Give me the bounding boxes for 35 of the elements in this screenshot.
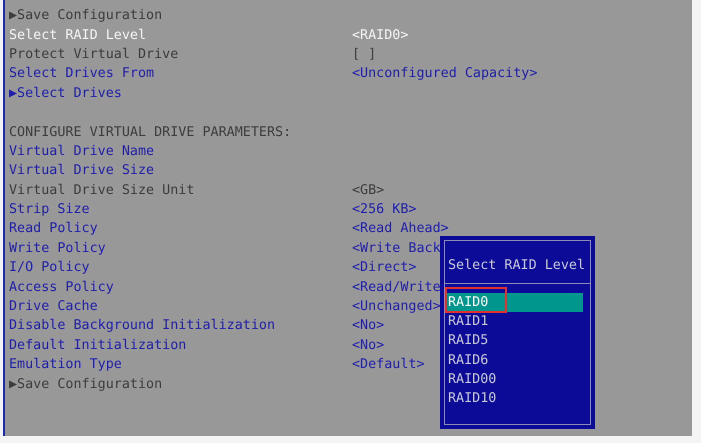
list-option[interactable]: RAID1 [445, 312, 583, 332]
menu-item[interactable]: Write Policy [9, 240, 352, 256]
list-option[interactable]: RAID5 [445, 331, 583, 351]
menu-item[interactable]: I/O Policy [9, 260, 352, 276]
menu-item[interactable]: ▶Select Drives [9, 86, 352, 101]
list-option[interactable]: RAID0 [445, 293, 583, 312]
popup-title: Select RAID Level [447, 256, 586, 274]
field-value: <Default> [352, 357, 425, 372]
menu-item[interactable]: Disable Background Initialization [9, 318, 352, 334]
menu-item[interactable]: Virtual Drive Name [9, 144, 352, 159]
field-value: [ ] [352, 46, 376, 62]
list-option[interactable]: RAID6 [445, 350, 583, 370]
list-option[interactable]: RAID10 [445, 388, 583, 408]
field-value: <RAID0> [352, 28, 408, 43]
menu-item[interactable]: Access Policy [9, 280, 352, 295]
menu-item[interactable]: Drive Cache [9, 299, 352, 314]
field-value: <Write Back [352, 240, 441, 256]
menu-item[interactable]: Select RAID Level [9, 28, 352, 43]
menu-item[interactable]: Default Initialization [9, 338, 352, 353]
field-value: <Unconfigured Capacity> [352, 66, 538, 82]
menu-item[interactable]: Emulation Type [9, 357, 352, 372]
menu-item[interactable]: Select Drives From [9, 66, 352, 82]
field-value: <No> [352, 318, 384, 334]
field-value: <Read/Write [352, 280, 441, 295]
menu-item[interactable]: Strip Size [9, 202, 352, 218]
menu-item[interactable]: Virtual Drive Size [9, 163, 352, 178]
list-option[interactable]: RAID00 [445, 370, 583, 389]
field-value: <256 KB> [352, 202, 416, 218]
section-heading: CONFIGURE VIRTUAL DRIVE PARAMETERS: [9, 124, 292, 140]
field-value: <GB> [352, 182, 384, 198]
field-value: <Unchanged> [352, 299, 441, 314]
field-value: <Read Ahead> [352, 221, 449, 236]
field-value: <No> [352, 338, 384, 353]
field-value: <Direct> [352, 260, 416, 276]
menu-item[interactable]: Read Policy [9, 221, 352, 236]
